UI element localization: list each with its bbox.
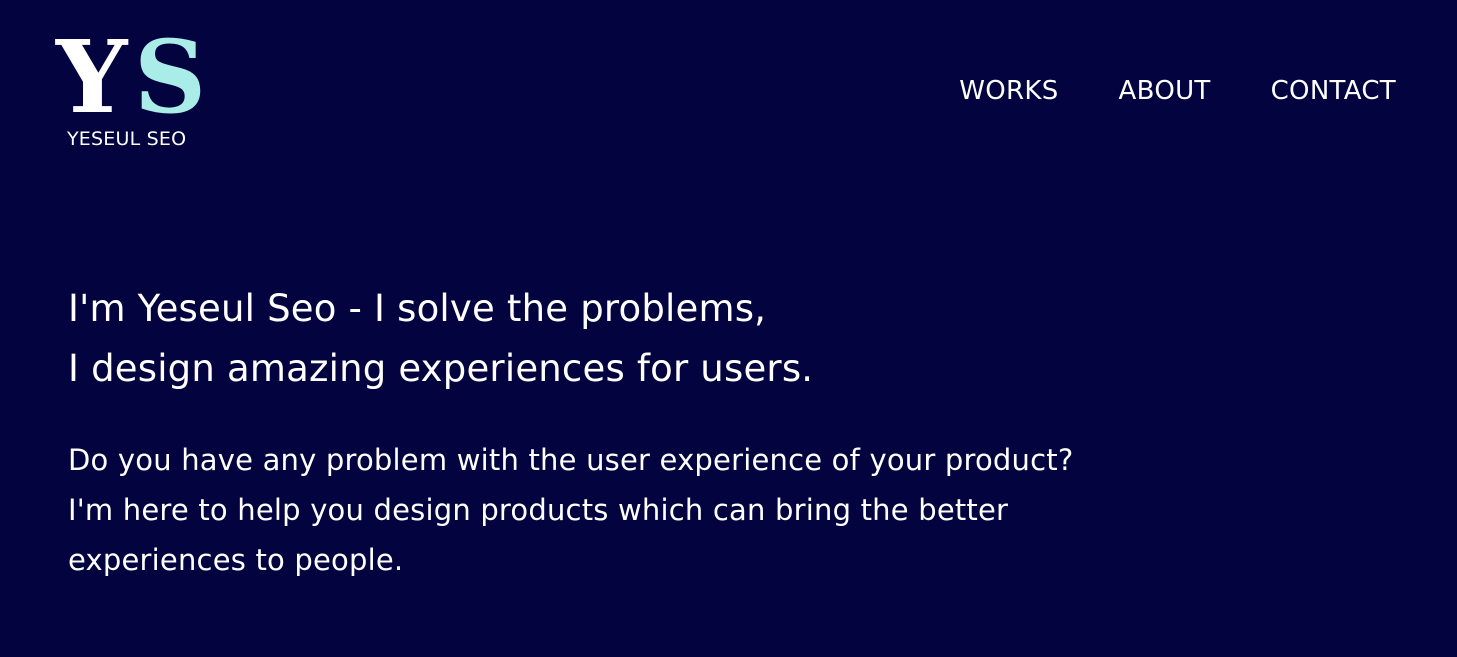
- logo-letter-y: Y: [55, 18, 129, 136]
- logo-name: YESEUL SEO: [67, 128, 187, 150]
- logo-letter-s: S: [134, 18, 206, 136]
- hero-headline: I'm Yeseul Seo - I solve the problems, I…: [68, 279, 813, 399]
- hero-headline-line1: I'm Yeseul Seo - I solve the problems,: [68, 287, 767, 330]
- nav-item-works[interactable]: WORKS: [959, 76, 1058, 106]
- logo-link[interactable]: Y S YESEUL SEO: [55, 18, 216, 154]
- main-nav: WORKS ABOUT CONTACT: [899, 76, 1396, 106]
- hero-intro: Do you have any problem with the user ex…: [68, 443, 1074, 577]
- ys-logo-mark: Y S: [55, 18, 206, 136]
- hero-headline-line2: I design amazing experiences for users.: [68, 347, 814, 390]
- nav-item-contact[interactable]: CONTACT: [1271, 76, 1396, 106]
- nav-item-about[interactable]: ABOUT: [1119, 76, 1211, 106]
